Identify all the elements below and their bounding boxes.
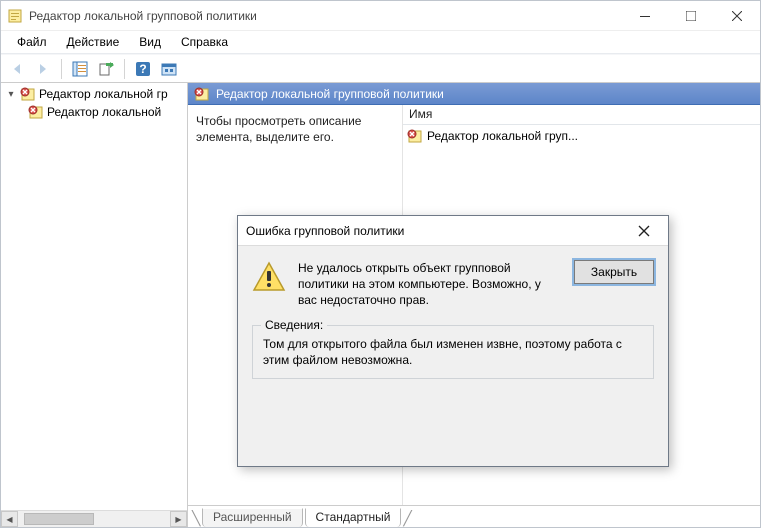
dialog-body: Не удалось открыть объект групповой поли… xyxy=(238,246,668,466)
tree-pane: ▾ Редактор локальной гр Редактор локальн… xyxy=(1,83,188,527)
tabs-bar: ╲ Расширенный Стандартный ╱ xyxy=(188,505,760,527)
details-label: Сведения: xyxy=(261,318,327,332)
content-header: Редактор локальной групповой политики xyxy=(188,83,760,105)
gp-error-icon xyxy=(407,128,423,144)
dialog-titlebar: Ошибка групповой политики xyxy=(238,216,668,246)
tree-root-item[interactable]: ▾ Редактор локальной гр xyxy=(1,85,187,103)
warning-icon xyxy=(252,260,286,294)
back-button xyxy=(5,58,29,80)
dialog-title-text: Ошибка групповой политики xyxy=(246,224,628,238)
menu-view[interactable]: Вид xyxy=(129,33,171,51)
toolbar-separator xyxy=(61,59,62,79)
shelf-button[interactable] xyxy=(68,58,92,80)
details-group: Сведения: Том для открытого файла был из… xyxy=(252,325,654,379)
column-header-name[interactable]: Имя xyxy=(403,105,760,125)
scroll-left-button[interactable]: ◀ xyxy=(1,511,18,527)
tab-standard[interactable]: Стандартный xyxy=(305,508,402,527)
menu-file[interactable]: Файл xyxy=(7,33,57,51)
scroll-right-button[interactable]: ▶ xyxy=(170,511,187,527)
menu-action[interactable]: Действие xyxy=(57,33,130,51)
window-title: Редактор локальной групповой политики xyxy=(29,9,622,23)
help-button[interactable]: ? xyxy=(131,58,155,80)
minimize-button[interactable] xyxy=(622,1,668,31)
close-button[interactable]: Закрыть xyxy=(574,260,654,284)
error-dialog: Ошибка групповой политики Не удалось отк… xyxy=(237,215,669,467)
tree-root-label: Редактор локальной гр xyxy=(39,87,168,101)
svg-text:?: ? xyxy=(139,62,146,76)
content-header-label: Редактор локальной групповой политики xyxy=(216,87,444,101)
export-button[interactable] xyxy=(94,58,118,80)
titlebar: Редактор локальной групповой политики xyxy=(1,1,760,31)
menu-help[interactable]: Справка xyxy=(171,33,238,51)
tree-child-label: Редактор локальной xyxy=(47,105,161,119)
list-item[interactable]: Редактор локальной груп... xyxy=(403,127,760,145)
list-item-label: Редактор локальной груп... xyxy=(427,129,578,143)
toolbar: ? xyxy=(1,55,760,83)
toolbar-separator-2 xyxy=(124,59,125,79)
menubar: Файл Действие Вид Справка xyxy=(1,31,760,53)
tab-extended[interactable]: Расширенный xyxy=(202,508,303,527)
app-icon xyxy=(7,8,23,24)
window-controls xyxy=(622,1,760,30)
tab-slash: ╲ xyxy=(192,510,202,527)
options-button[interactable] xyxy=(157,58,181,80)
tree-child-item[interactable]: Редактор локальной xyxy=(1,103,187,121)
details-text: Том для открытого файла был изменен извн… xyxy=(263,336,643,368)
forward-button xyxy=(31,58,55,80)
expand-icon[interactable]: ▾ xyxy=(5,89,17,100)
scroll-thumb[interactable] xyxy=(24,513,94,525)
horizontal-scrollbar[interactable]: ◀ ▶ xyxy=(1,510,187,527)
gp-error-icon xyxy=(28,104,44,120)
dialog-close-button[interactable] xyxy=(628,220,660,242)
gp-error-icon xyxy=(20,86,36,102)
tab-slash: ╱ xyxy=(403,510,413,527)
close-button[interactable] xyxy=(714,1,760,31)
dialog-message: Не удалось открыть объект групповой поли… xyxy=(298,260,562,309)
maximize-button[interactable] xyxy=(668,1,714,31)
gp-error-icon xyxy=(194,86,210,102)
